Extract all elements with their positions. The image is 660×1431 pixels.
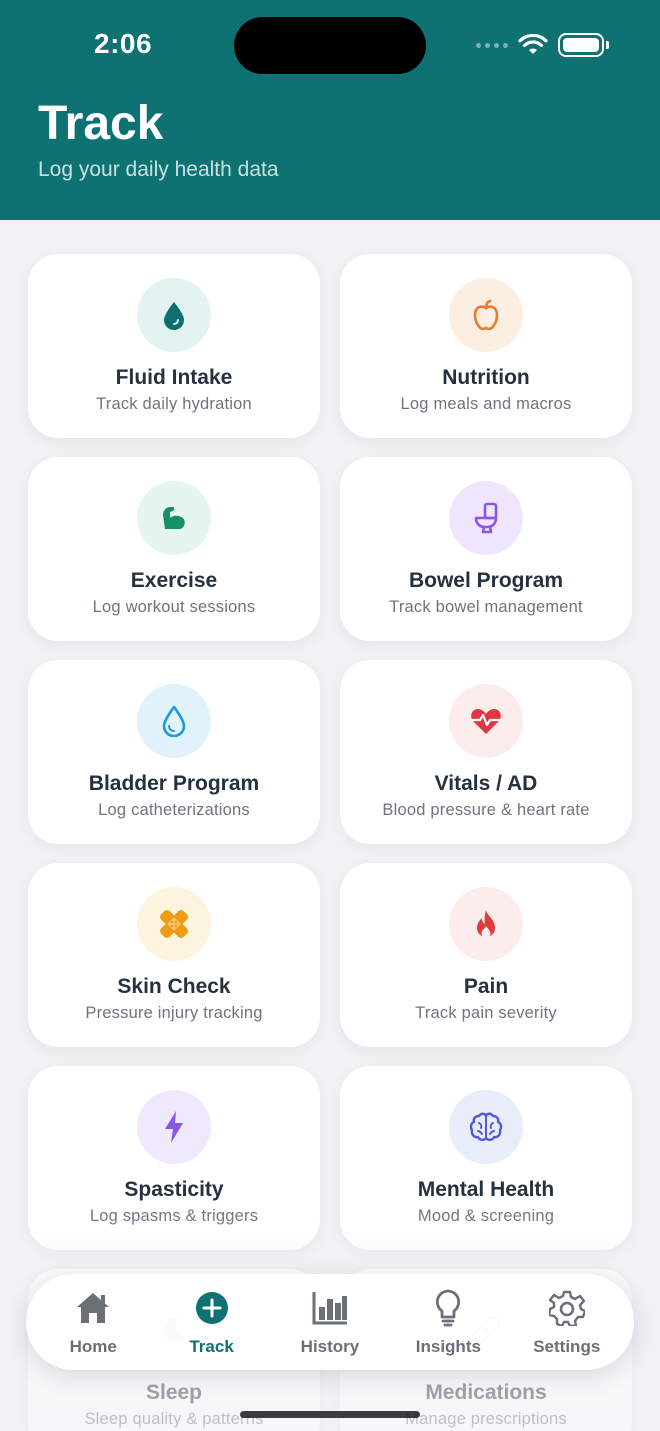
flexed-bicep-icon xyxy=(163,507,185,529)
card-subtitle: Log catheterizations xyxy=(98,801,250,819)
icon-badge xyxy=(449,1090,523,1164)
battery-icon xyxy=(558,33,609,57)
apple-icon xyxy=(473,299,499,331)
lightbulb-icon xyxy=(428,1288,468,1328)
card-title: Fluid Intake xyxy=(115,366,233,389)
card-subtitle: Log meals and macros xyxy=(400,395,572,413)
card-title: Sleep xyxy=(145,1381,203,1404)
card-exercise[interactable]: Exercise Log workout sessions xyxy=(28,457,320,641)
card-subtitle: Track bowel management xyxy=(389,598,583,616)
page-subtitle: Log your daily health data xyxy=(38,158,279,181)
card-subtitle: Mood & screening xyxy=(417,1207,555,1225)
icon-badge xyxy=(137,278,211,352)
card-mental-health[interactable]: Mental Health Mood & screening xyxy=(340,1066,632,1250)
bar-chart-icon xyxy=(310,1288,350,1328)
icon-badge xyxy=(449,481,523,555)
gear-icon xyxy=(547,1288,587,1328)
tracker-grid: Fluid Intake Track daily hydration Nutri… xyxy=(28,254,632,1431)
card-title: Medications xyxy=(425,1381,547,1404)
flame-icon xyxy=(477,910,495,938)
card-subtitle: Track daily hydration xyxy=(96,395,252,413)
card-subtitle: Pressure injury tracking xyxy=(85,1004,263,1022)
tab-label: History xyxy=(300,1337,360,1356)
brain-icon xyxy=(469,1112,503,1141)
plus-circle-icon xyxy=(192,1288,232,1328)
house-icon xyxy=(73,1288,113,1328)
tab-bar: Home Track History Insights Settings xyxy=(26,1274,634,1370)
tab-home[interactable]: Home xyxy=(38,1282,148,1362)
home-indicator[interactable] xyxy=(240,1411,420,1418)
page-title: Track xyxy=(38,97,164,150)
lightning-bolt-icon xyxy=(165,1111,183,1143)
card-title: Bowel Program xyxy=(408,569,564,592)
tab-label: Settings xyxy=(533,1337,601,1356)
tab-history[interactable]: History xyxy=(275,1282,385,1362)
droplet-outline-icon xyxy=(162,705,186,737)
card-spasticity[interactable]: Spasticity Log spasms & triggers xyxy=(28,1066,320,1250)
icon-badge xyxy=(449,278,523,352)
card-title: Pain xyxy=(463,975,509,998)
card-skin-check[interactable]: Skin Check Pressure injury tracking xyxy=(28,863,320,1047)
card-bladder-program[interactable]: Bladder Program Log catheterizations xyxy=(28,660,320,844)
status-time: 2:06 xyxy=(94,28,153,59)
tab-label: Track xyxy=(189,1337,234,1356)
tab-label: Home xyxy=(69,1337,117,1356)
dynamic-island xyxy=(234,17,426,74)
icon-badge xyxy=(137,1090,211,1164)
heart-pulse-icon xyxy=(470,709,502,734)
card-bowel-program[interactable]: Bowel Program Track bowel management xyxy=(340,457,632,641)
card-pain[interactable]: Pain Track pain severity xyxy=(340,863,632,1047)
icon-badge xyxy=(137,684,211,758)
card-subtitle: Blood pressure & heart rate xyxy=(382,801,590,819)
tab-settings[interactable]: Settings xyxy=(512,1282,622,1362)
bandage-icon xyxy=(160,910,188,938)
card-nutrition[interactable]: Nutrition Log meals and macros xyxy=(340,254,632,438)
card-title: Skin Check xyxy=(117,975,231,998)
icon-badge xyxy=(449,684,523,758)
water-drop-icon xyxy=(164,302,184,330)
card-fluid-intake[interactable]: Fluid Intake Track daily hydration xyxy=(28,254,320,438)
icon-badge xyxy=(449,887,523,961)
cellular-signal-icon xyxy=(476,42,508,48)
tab-label: Insights xyxy=(415,1337,481,1356)
header: 2:06 Track Log your daily health data xyxy=(0,0,660,220)
status-icons xyxy=(476,30,609,60)
toilet-icon xyxy=(474,502,498,534)
card-subtitle: Track pain severity xyxy=(415,1004,557,1022)
card-title: Mental Health xyxy=(417,1178,555,1201)
card-title: Bladder Program xyxy=(88,772,260,795)
icon-badge xyxy=(137,887,211,961)
icon-badge xyxy=(137,481,211,555)
card-subtitle: Log spasms & triggers xyxy=(89,1207,259,1225)
card-title: Vitals / AD xyxy=(434,772,538,795)
card-vitals-ad[interactable]: Vitals / AD Blood pressure & heart rate xyxy=(340,660,632,844)
wifi-icon xyxy=(518,34,548,54)
card-subtitle: Log workout sessions xyxy=(92,598,256,616)
card-title: Exercise xyxy=(130,569,218,592)
card-title: Spasticity xyxy=(124,1178,224,1201)
tab-insights[interactable]: Insights xyxy=(393,1282,503,1362)
card-title: Nutrition xyxy=(442,366,530,389)
tab-track[interactable]: Track xyxy=(157,1282,267,1362)
